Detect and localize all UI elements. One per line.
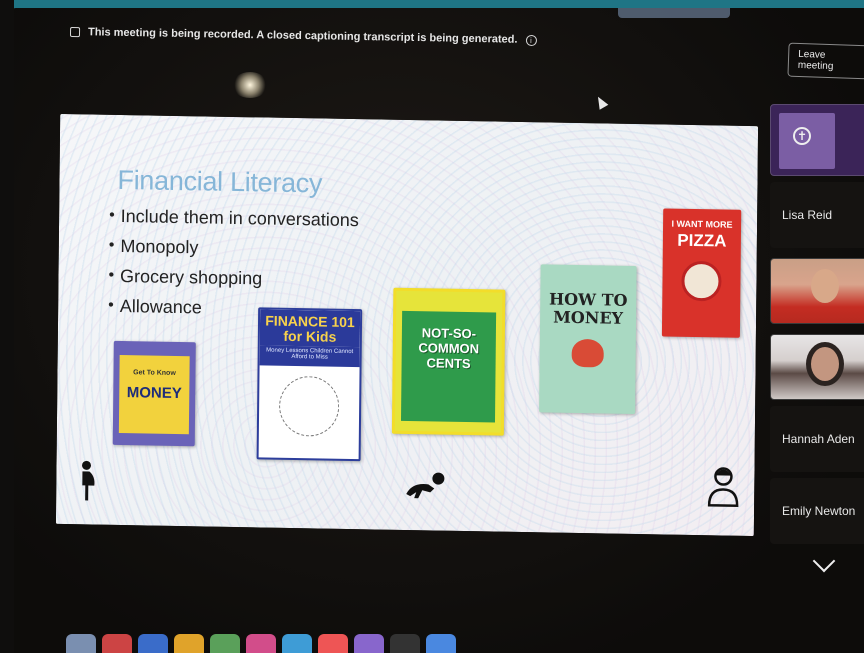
- adult-figure-icon: [706, 465, 740, 513]
- book-title: PIZZA: [677, 230, 727, 251]
- dock-app-icon[interactable]: [174, 634, 204, 653]
- record-icon: [69, 26, 81, 38]
- book-cover-not-so-common-cents: NOT-SO-COMMON CENTS: [391, 287, 506, 436]
- pizza-illustration: [681, 260, 722, 302]
- dock-app-icon[interactable]: [426, 634, 456, 653]
- book-cover-i-want-more-pizza: I WANT MORE PIZZA: [661, 208, 742, 338]
- participant-tile[interactable]: Emily Newton: [770, 478, 864, 544]
- bullet-item: Include them in conversations: [109, 201, 359, 235]
- info-icon[interactable]: i: [525, 34, 537, 46]
- book-illustration: [571, 338, 604, 368]
- participant-video[interactable]: [770, 258, 864, 324]
- participant-face: [811, 269, 839, 303]
- participant-tile-logo[interactable]: ✝: [770, 104, 864, 176]
- participant-tile[interactable]: Lisa Reid: [770, 182, 864, 248]
- book-title: MONEY: [126, 384, 182, 403]
- book-title: NOT-SO-COMMON CENTS: [418, 325, 480, 372]
- participant-video[interactable]: [770, 334, 864, 400]
- dock-app-icon[interactable]: [66, 634, 96, 653]
- shared-slide: Financial Literacy Include them in conve…: [55, 113, 759, 537]
- book-cover-finance-101: FINANCE 101 for Kids Money Lessons Child…: [256, 307, 363, 462]
- dock-app-icon[interactable]: [318, 634, 348, 653]
- dock: [60, 628, 864, 653]
- cross-icon: ✝: [793, 127, 811, 145]
- dock-app-icon[interactable]: [210, 634, 240, 653]
- slide-title: Financial Literacy: [117, 164, 323, 199]
- bullet-item: Monopoly: [109, 231, 359, 265]
- pregnant-figure-icon: [74, 460, 98, 507]
- dock-app-icon[interactable]: [282, 634, 312, 653]
- organization-logo: ✝: [779, 113, 835, 169]
- participant-name: Hannah Aden: [782, 432, 855, 446]
- book-cover-how-to-money: HOW TO MONEY: [539, 264, 637, 414]
- book-subtitle: Money Lessons Children Cannot Afford to …: [259, 345, 360, 368]
- dock-app-icon[interactable]: [102, 634, 132, 653]
- book-illustration: [278, 375, 340, 437]
- participant-tile[interactable]: Hannah Aden: [770, 406, 864, 472]
- dock-app-icon[interactable]: [390, 634, 420, 653]
- dock-app-icon[interactable]: [354, 634, 384, 653]
- monitor-screen: This meeting is being recorded. A closed…: [10, 8, 864, 653]
- book-cover-panel: Get To Know MONEY: [118, 354, 190, 435]
- participant-name: Lisa Reid: [782, 208, 833, 222]
- recording-notice: This meeting is being recorded. A closed…: [87, 26, 518, 46]
- book-cover-money: Get To Know MONEY: [112, 340, 196, 447]
- slide-bullets: Include them in conversations Monopoly G…: [108, 201, 359, 325]
- leave-meeting-button[interactable]: Leave meeting: [787, 42, 864, 80]
- participant-name: Emily Newton: [782, 504, 856, 518]
- dock-app-icon[interactable]: [246, 634, 276, 653]
- book-title: FINANCE 101 for Kids: [259, 309, 361, 348]
- book-subtitle: Get To Know: [133, 369, 176, 377]
- monitor-bezel: [0, 0, 14, 653]
- crawling-baby-icon: [402, 470, 448, 508]
- bullet-item: Grocery shopping: [108, 261, 358, 295]
- dock-app-icon[interactable]: [138, 634, 168, 653]
- light-glare: [232, 72, 268, 98]
- book-title: HOW TO MONEY: [548, 289, 628, 328]
- book-subtitle: I WANT MORE: [671, 218, 733, 230]
- participant-face: [811, 347, 839, 381]
- top-tab[interactable]: [618, 8, 730, 18]
